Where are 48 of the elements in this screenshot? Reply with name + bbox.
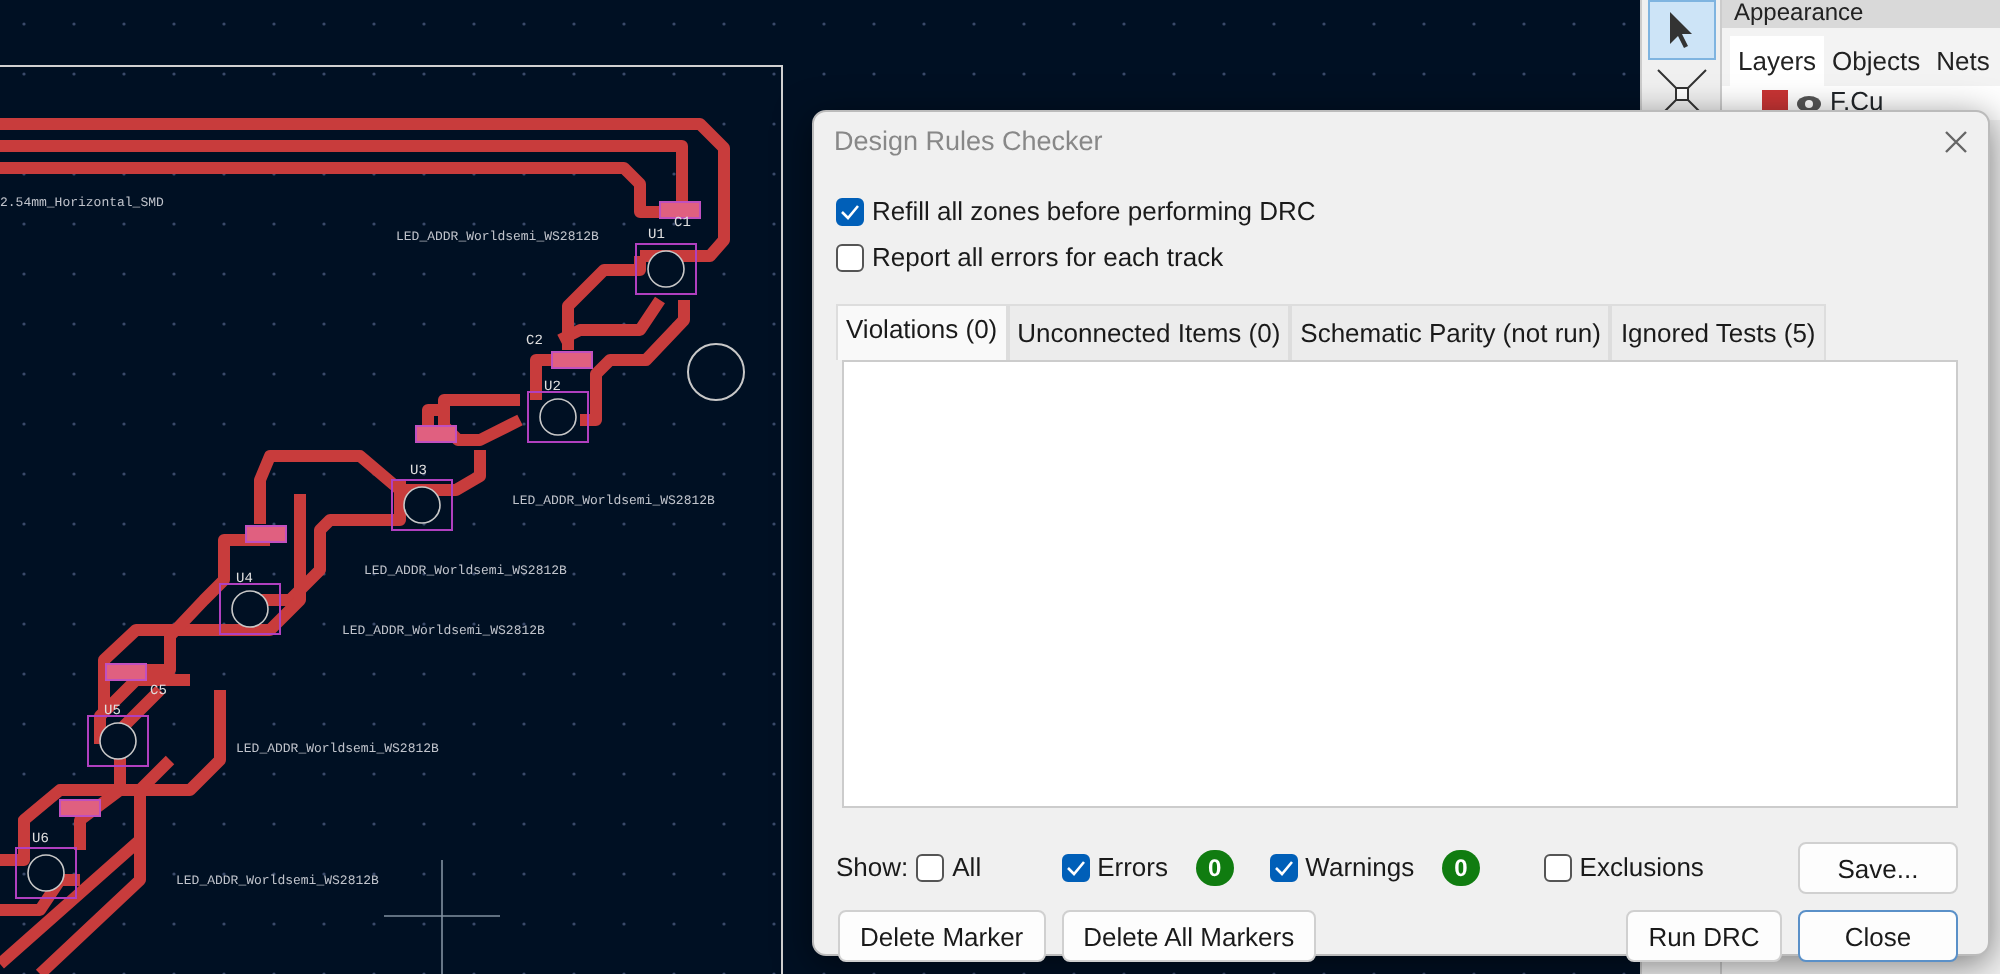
filter-label: Warnings — [1305, 850, 1415, 887]
crosshair-cursor — [383, 859, 501, 974]
checkbox[interactable] — [836, 197, 864, 225]
action-button[interactable]: Delete All Markers — [1061, 910, 1317, 962]
capacitor-pad — [245, 525, 287, 543]
panel-title: Appearance — [1722, 0, 2000, 28]
led-footprint-drawing — [391, 479, 453, 531]
filter-label: Exclusions — [1579, 850, 1704, 887]
panel-tab[interactable]: Nets — [1928, 36, 1998, 85]
close-icon[interactable] — [1944, 130, 1968, 155]
checkbox-label: Refill all zones before performing DRC — [872, 193, 1316, 230]
layer-name: F.Cu — [1830, 84, 1884, 121]
count-badge: 0 — [1442, 850, 1480, 886]
checkbox[interactable] — [1061, 854, 1090, 882]
led-footprint-drawing — [219, 583, 281, 635]
panel-tab[interactable]: Layers — [1730, 36, 1825, 85]
checkbox[interactable] — [1269, 854, 1298, 882]
capacitor-pad — [105, 663, 147, 681]
dialog-tab[interactable]: Unconnected Items (0) — [1007, 303, 1291, 360]
checkbox-label: Report all errors for each track — [872, 239, 1224, 276]
action-button[interactable]: Delete Marker — [838, 910, 1046, 962]
led-footprint-drawing — [87, 715, 149, 767]
checkbox[interactable] — [916, 854, 945, 882]
filter-label: All — [952, 850, 982, 887]
led-footprint-drawing — [635, 243, 697, 295]
led-footprint-drawing — [527, 391, 589, 443]
panel-tab[interactable]: Objects — [1824, 36, 1929, 85]
dialog-title: Design Rules Checker — [834, 123, 1103, 160]
capacitor-pad — [551, 351, 593, 369]
select-tool-button[interactable] — [1648, 0, 1716, 60]
capacitor-pad — [415, 425, 457, 443]
count-badge: 0 — [1195, 850, 1234, 886]
eye-icon[interactable] — [1796, 93, 1822, 114]
filter-label: Errors — [1097, 850, 1168, 887]
dialog-tab[interactable]: Schematic Parity (not run) — [1290, 303, 1611, 360]
capacitor-pad — [59, 799, 101, 817]
action-button[interactable]: Close — [1798, 910, 1958, 962]
show-label: Show: — [836, 850, 909, 887]
led-footprint-drawing — [15, 847, 77, 899]
checkbox[interactable] — [836, 243, 864, 271]
pointer-icon — [1668, 10, 1696, 50]
mounting-hole — [687, 343, 745, 401]
save-button[interactable]: Save... — [1798, 842, 1958, 894]
checkbox[interactable] — [1543, 854, 1572, 882]
capacitor-pad — [659, 201, 701, 219]
dialog-tab[interactable]: Ignored Tests (5) — [1610, 303, 1826, 360]
dialog-tab[interactable]: Violations (0) — [836, 303, 1008, 360]
action-button[interactable]: Run DRC — [1626, 910, 1782, 962]
